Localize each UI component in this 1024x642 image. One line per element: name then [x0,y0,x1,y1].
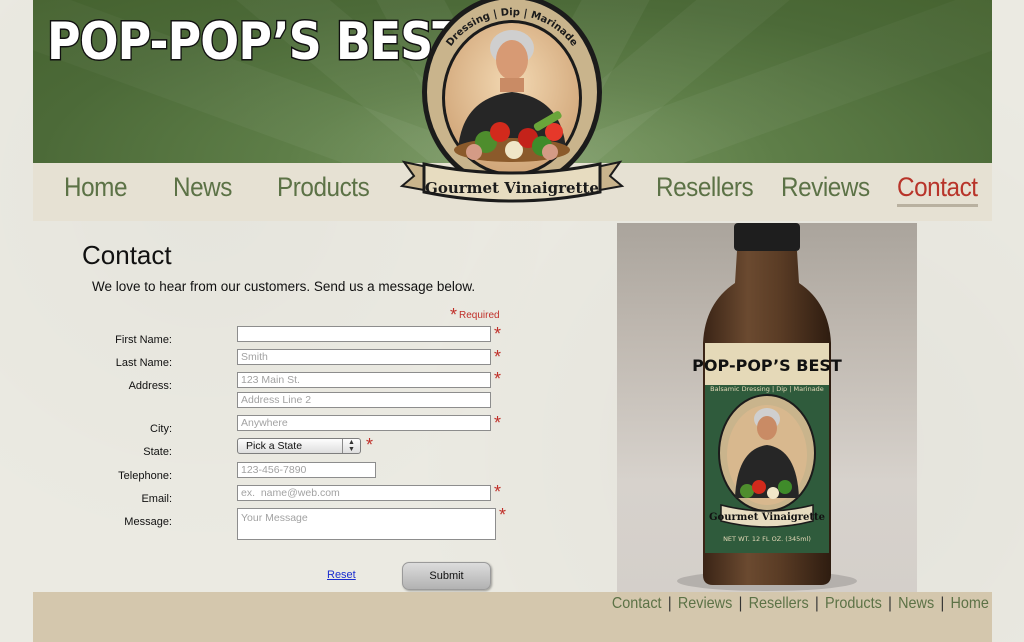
telephone-input[interactable] [237,462,376,478]
required-note: * Required [450,305,500,325]
telephone-label: Telephone: [118,470,172,482]
footer-link-home[interactable]: Home [951,595,989,612]
footer-separator: | [667,595,672,612]
submit-button[interactable]: Submit [402,562,491,590]
city-input[interactable] [237,415,491,431]
footer-separator: | [940,595,945,612]
badge-ribbon-text: Gourmet Vinaigrette [425,179,599,197]
footer-link-news[interactable]: News [898,595,934,612]
nav-products[interactable]: Products [277,172,370,203]
product-label-title: POP-POP’S BEST [692,356,842,375]
product-label-ribbon: Gourmet Vinaigrette [709,512,825,523]
footer-separator: | [738,595,743,612]
address-label: Address: [128,380,172,392]
address-input[interactable] [237,372,491,388]
brand-medallion: Dressing | Dip | Marinade Gourmet Vinaig… [399,0,625,203]
product-label-subtitle: Balsamic Dressing | Dip | Marinade [710,385,824,393]
required-marker: * [494,413,502,433]
state-select[interactable]: Pick a State ▲ ▼ [237,438,361,454]
footer-link-contact[interactable]: Contact [612,595,662,612]
required-marker: * [499,505,507,525]
last-name-input[interactable] [237,349,491,365]
required-marker: * [494,324,502,344]
footer: Contact | Reviews | Resellers | Products | News |… [33,592,992,642]
message-textarea[interactable] [237,508,496,540]
state-label: State: [143,446,172,458]
required-marker: * [494,482,502,502]
footer-link-products[interactable]: Products [825,595,882,612]
email-input[interactable] [237,485,491,501]
email-label: Email: [141,493,172,505]
state-selected-value: Pick a State [246,440,303,452]
select-arrows-icon: ▲ ▼ [342,439,360,453]
product-photo: POP-POP’S BEST Balsamic Dressing | Dip |… [617,223,917,592]
page-title: Contact [82,240,172,270]
last-name-label: Last Name: [115,357,172,369]
footer-link-resellers[interactable]: Resellers [749,595,809,612]
footer-nav: Contact | Reviews | Resellers | Products | News |… [612,595,989,613]
nav-resellers[interactable]: Resellers [656,172,754,203]
required-marker: * [366,435,374,455]
footer-separator: | [815,595,819,612]
footer-link-reviews[interactable]: Reviews [678,595,732,612]
required-marker: * [494,369,502,389]
message-label: Message: [124,516,172,528]
first-name-label: First Name: [115,334,172,346]
intro-text: We love to hear from our customers. Send… [92,279,476,294]
first-name-input[interactable] [237,326,491,342]
nav-contact[interactable]: Contact [897,172,978,207]
nav-reviews[interactable]: Reviews [781,172,870,203]
nav-news[interactable]: News [173,172,232,203]
footer-separator: | [888,595,892,612]
address-line2-input[interactable] [237,392,491,408]
required-marker: * [494,347,502,367]
city-label: City: [150,423,172,435]
reset-link[interactable]: Reset [327,569,356,581]
product-label-weight: NET WT. 12 FL OZ. (345ml) [723,535,811,543]
nav-home[interactable]: Home [64,172,127,203]
